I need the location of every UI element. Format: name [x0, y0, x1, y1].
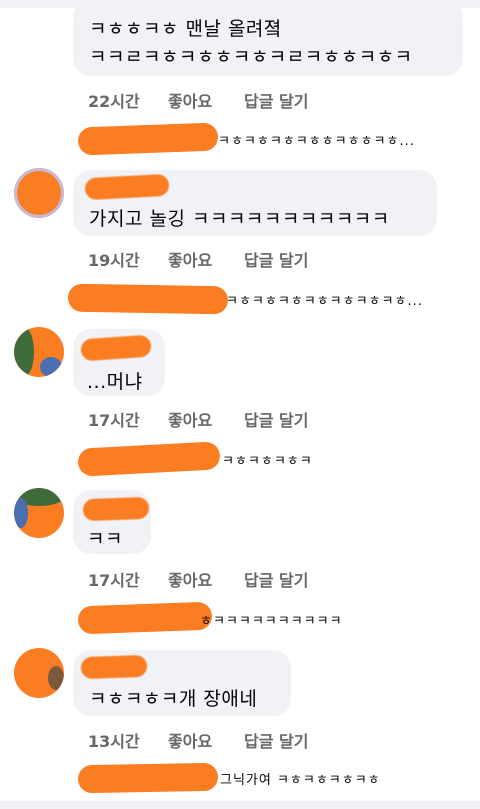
- reply-preview-text: ㅎㅋㅋㅋㅋㅋㅋㅋㅋㅋㅋ: [200, 614, 343, 629]
- comment-text: 가지고 놀깅 ㅋㅋㅋㅋㅋㅋㅋㅋㅋㅋㅋ: [89, 208, 390, 230]
- reply-button[interactable]: 답글 달기: [244, 247, 308, 271]
- reply-preview-text: ㅋㅎㅋㅎㅋㅎㅋㅎㅋㅎㅋㅎㅋㅎ...: [226, 294, 423, 309]
- like-button[interactable]: 좋아요: [168, 88, 212, 112]
- like-button[interactable]: 좋아요: [168, 407, 212, 431]
- like-button[interactable]: 좋아요: [168, 247, 212, 271]
- comment-text: ㅋㅎㅋㅎㅋ개 장애네: [89, 688, 258, 710]
- comment-bubble: ㅋㅎㅋㅎㅋ개 장애네: [73, 650, 291, 716]
- view-replies-link[interactable]: ㅋㅎㅋㅎㅋㅎㅋㅎㅋㅎㅋㅎㅋㅎ...: [67, 282, 458, 316]
- comment-time[interactable]: 17시간: [88, 407, 140, 431]
- redacted-replier-name: [77, 601, 213, 635]
- redacted-replier-name: [77, 762, 219, 794]
- avatar[interactable]: [14, 168, 64, 218]
- reply-button[interactable]: 답글 달기: [244, 88, 308, 112]
- comment-time[interactable]: 17시간: [88, 567, 140, 591]
- reply-preview-text: ㅋㅎㅋㅎㅋㅎㅋㅎㅎㅋㅎㅎㅋㅎ...: [218, 134, 415, 149]
- comment-time[interactable]: 19시간: [88, 247, 140, 271]
- redacted-author-name[interactable]: [84, 173, 170, 201]
- redacted-replier-name: [77, 441, 221, 477]
- comment-bubble: ㅋㅋ: [73, 490, 151, 554]
- avatar[interactable]: [14, 327, 64, 377]
- comment-text: ㅋㅎㅎㅋㅎ 맨날 올려졐: [89, 18, 282, 40]
- comment-bubble: 가지고 놀깅 ㅋㅋㅋㅋㅋㅋㅋㅋㅋㅋㅋ: [73, 170, 437, 236]
- reply-button[interactable]: 답글 달기: [244, 407, 308, 431]
- like-button[interactable]: 좋아요: [168, 728, 212, 752]
- redacted-author-name[interactable]: [80, 654, 148, 680]
- view-replies-link[interactable]: ㅋㅎㅋㅎㅋㅎㅋ: [77, 441, 468, 477]
- view-replies-link[interactable]: ㅋㅎㅋㅎㅋㅎㅋㅎㅎㅋㅎㅎㅋㅎ...: [77, 122, 468, 157]
- bottom-separator: [0, 801, 480, 809]
- comment-text: ㅋㅋㄹㅋㅎㅋㅎㅎㅋㅎㅋㄹㅋㅎㅎㅋㅎㅋ: [89, 46, 413, 68]
- comment-text: ㅋㅋ: [87, 528, 123, 550]
- redacted-replier-name: [77, 122, 219, 156]
- avatar[interactable]: [14, 648, 64, 698]
- comment-bubble: ㅋㅎㅎㅋㅎ 맨날 올려졐 ㅋㅋㄹㅋㅎㅋㅎㅎㅋㅎㅋㄹㅋㅎㅎㅋㅎㅋ: [73, 0, 463, 76]
- comment-time[interactable]: 13시간: [88, 728, 140, 752]
- reply-preview-text: ㅋㅎㅋㅎㅋㅎㅋ: [222, 454, 313, 469]
- comment-time[interactable]: 22시간: [88, 88, 140, 112]
- view-replies-link[interactable]: ㅎㅋㅋㅋㅋㅋㅋㅋㅋㅋㅋ: [77, 601, 468, 636]
- redacted-author-name[interactable]: [82, 496, 150, 522]
- reply-button[interactable]: 답글 달기: [244, 728, 308, 752]
- avatar[interactable]: [14, 488, 64, 538]
- reply-button[interactable]: 답글 달기: [244, 567, 308, 591]
- reply-preview-text: 그닉가여 ㅋㅎㅋㅎㅋㅎㅋㅎ: [220, 773, 381, 788]
- comment-text: ...머냐: [87, 371, 143, 393]
- comment-bubble: ...머냐: [73, 329, 165, 396]
- like-button[interactable]: 좋아요: [168, 567, 212, 591]
- redacted-author-name[interactable]: [80, 334, 152, 362]
- redacted-replier-name: [67, 283, 229, 315]
- view-replies-link[interactable]: 그닉가여 ㅋㅎㅋㅎㅋㅎㅋㅎ: [77, 762, 468, 796]
